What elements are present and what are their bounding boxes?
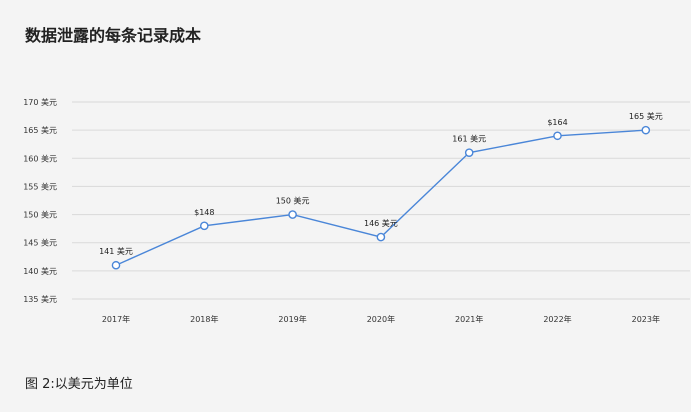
data-point xyxy=(288,210,297,219)
data-label: $164 xyxy=(547,118,567,127)
data-point xyxy=(553,131,562,141)
x-axis-ticks: 2017年 2018年 2019年 2020年 2021年 2022年 2023年 xyxy=(102,314,660,324)
x-tick-label: 2023年 xyxy=(632,314,660,324)
data-point xyxy=(111,260,121,270)
x-tick-label: 2021年 xyxy=(455,314,483,324)
x-tick-label: 2019年 xyxy=(278,314,306,324)
y-tick-label: 150 美元 xyxy=(23,210,57,220)
y-tick-label: 160 美元 xyxy=(23,153,57,163)
figure-caption: 图 2:以美元为单位 xyxy=(25,377,133,392)
line-chart: 135 美元 140 美元 145 美元 150 美元 155 美元 160 美元 165 … xyxy=(23,97,690,324)
series-line xyxy=(115,129,646,266)
data-point xyxy=(376,232,386,242)
series-polyline xyxy=(115,129,646,266)
x-tick-label: 2022年 xyxy=(543,314,571,324)
data-point xyxy=(641,125,651,135)
y-axis-ticks: 135 美元 140 美元 145 美元 150 美元 155 美元 160 美元 165 … xyxy=(23,97,57,304)
x-tick-label: 2017年 xyxy=(102,314,130,324)
y-tick-label: 145 美元 xyxy=(23,238,57,248)
gridlines xyxy=(72,101,690,300)
y-tick-label: 155 美元 xyxy=(23,181,57,191)
y-tick-label: 170 美元 xyxy=(23,97,57,107)
x-tick-label: 2018年 xyxy=(190,314,218,324)
data-label: 150 美元 xyxy=(276,196,310,206)
y-tick-label: 165 美元 xyxy=(23,125,57,135)
data-label: 165 美元 xyxy=(629,111,663,121)
data-points xyxy=(111,125,651,270)
data-label: 146 美元 xyxy=(364,218,398,228)
data-label: 141 美元 xyxy=(99,246,133,256)
data-label: $148 xyxy=(194,208,214,217)
x-tick-label: 2020年 xyxy=(367,314,395,324)
data-point xyxy=(199,221,209,231)
data-point xyxy=(464,148,474,157)
y-tick-label: 135 美元 xyxy=(23,294,57,304)
data-label: 161 美元 xyxy=(452,134,486,144)
y-tick-label: 140 美元 xyxy=(23,266,57,276)
